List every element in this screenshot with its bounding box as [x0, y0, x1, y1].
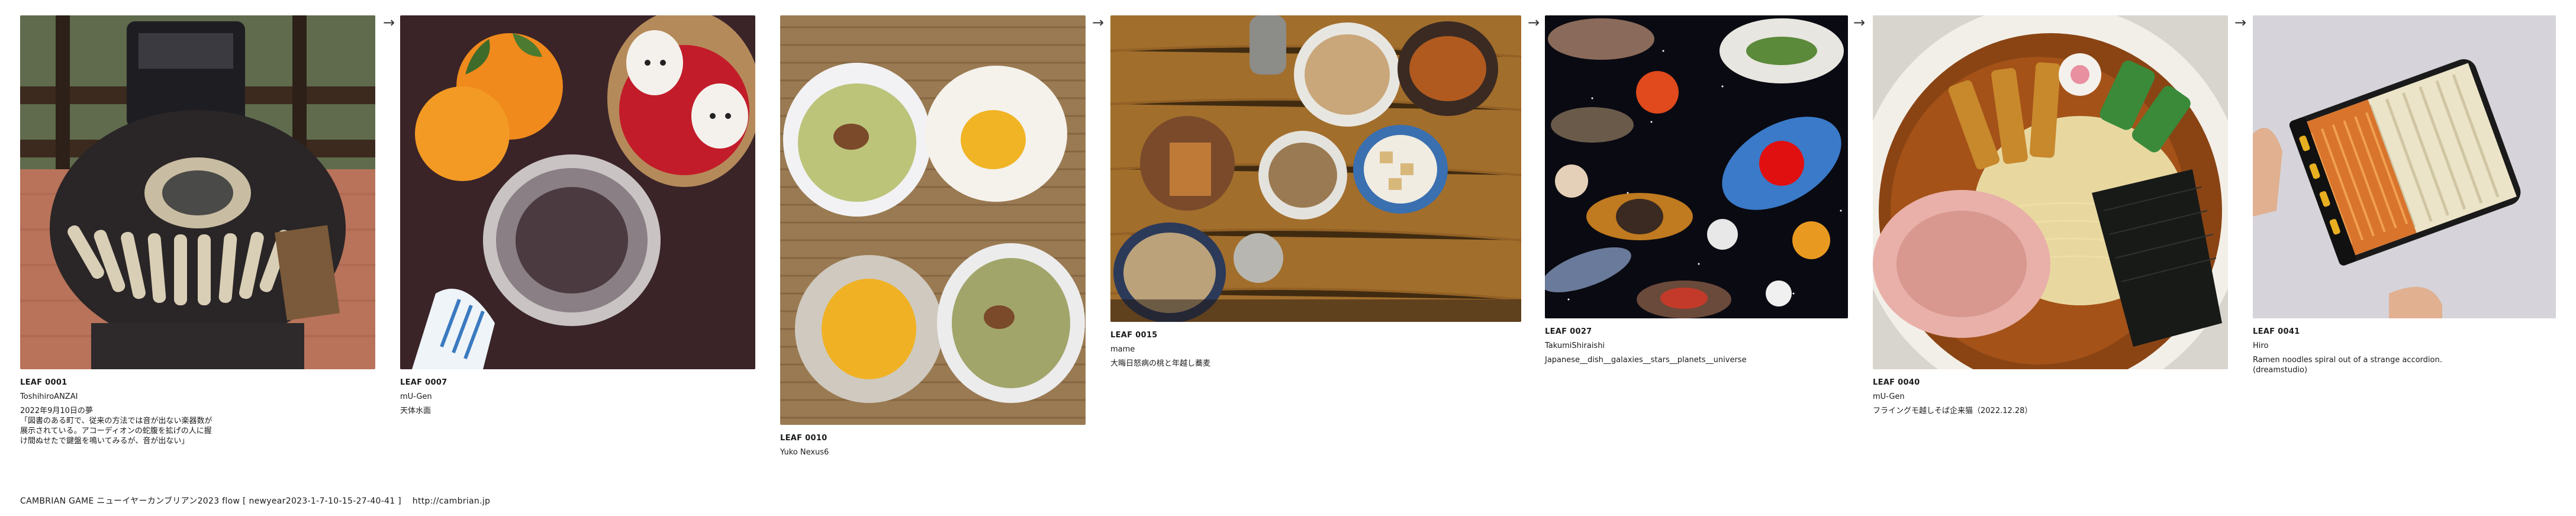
leaf-image[interactable]	[1545, 15, 1848, 318]
leaf-title: フライングモ越しそば企来猫（2022.12.28）	[1873, 407, 2033, 415]
flow-arrow-icon: →	[1091, 14, 1105, 31]
leaf-card: LEAF 0007 mU-Gen 天体水面	[400, 15, 755, 420]
leaf-image[interactable]	[780, 15, 1086, 425]
leaf-image[interactable]	[1110, 15, 1521, 322]
leaf-image[interactable]	[1873, 15, 2228, 369]
leaf-card: LEAF 0041 Hiro Ramen noodles spiral out …	[2253, 15, 2556, 379]
leaf-author[interactable]: ToshihiroANZAI	[20, 392, 375, 402]
leaf-id: LEAF 0041	[2253, 327, 2300, 336]
flow-arrow-icon: →	[1527, 14, 1540, 31]
game-info: CAMBRIAN GAME ニューイヤーカンブリアン2023 flow [ ne…	[20, 496, 402, 506]
flow-arrow-icon: →	[2234, 14, 2247, 31]
leaf-title: 2022年9月10日の夢 「図書のある町で、従来の方法では音が出ない楽器数が 展…	[20, 407, 212, 446]
leaf-card: LEAF 0027 TakumiShiraishi Japanese__dish…	[1545, 15, 1848, 369]
leaf-image[interactable]	[2253, 15, 2556, 318]
leaf-title: Ramen noodles spiral out of a strange ac…	[2253, 356, 2442, 375]
leaf-card: LEAF 0010 Yuko Nexus6	[780, 15, 1086, 462]
leaf-card: LEAF 0001 ToshihiroANZAI 2022年9月10日の夢 「図…	[20, 15, 375, 450]
leaf-title: 大晦日怒病の桃と年越し蕎麦	[1110, 359, 1211, 368]
leaf-author[interactable]: Hiro	[2253, 341, 2556, 351]
leaf-title: Japanese__dish__galaxies__stars__planets…	[1545, 356, 1747, 365]
leaf-id: LEAF 0027	[1545, 327, 1592, 336]
leaf-id: LEAF 0007	[400, 378, 447, 387]
leaf-author[interactable]: mame	[1110, 344, 1521, 354]
leaf-title: 天体水面	[400, 407, 432, 415]
flow-arrow-icon: →	[1853, 14, 1866, 31]
leaf-author[interactable]: TakumiShiraishi	[1545, 341, 1848, 351]
leaf-author[interactable]: Yuko Nexus6	[780, 447, 1086, 457]
leaf-id: LEAF 0010	[780, 434, 827, 443]
flow-arrow-icon: →	[382, 14, 395, 31]
leaf-card: LEAF 0015 mame 大晦日怒病の桃と年越し蕎麦	[1110, 15, 1521, 373]
leaf-image[interactable]	[20, 15, 375, 369]
leaf-author[interactable]: mU-Gen	[400, 392, 755, 402]
leaf-id: LEAF 0015	[1110, 331, 1158, 340]
leaf-id: LEAF 0040	[1873, 378, 1920, 387]
leaf-author[interactable]: mU-Gen	[1873, 392, 2228, 402]
footer: CAMBRIAN GAME ニューイヤーカンブリアン2023 flow [ ne…	[20, 495, 498, 507]
leaf-card: LEAF 0040 mU-Gen フライングモ越しそば企来猫（2022.12.2…	[1873, 15, 2228, 420]
site-link[interactable]: http://cambrian.jp	[413, 496, 490, 506]
leaf-id: LEAF 0001	[20, 378, 67, 387]
leaf-image[interactable]	[400, 15, 755, 369]
